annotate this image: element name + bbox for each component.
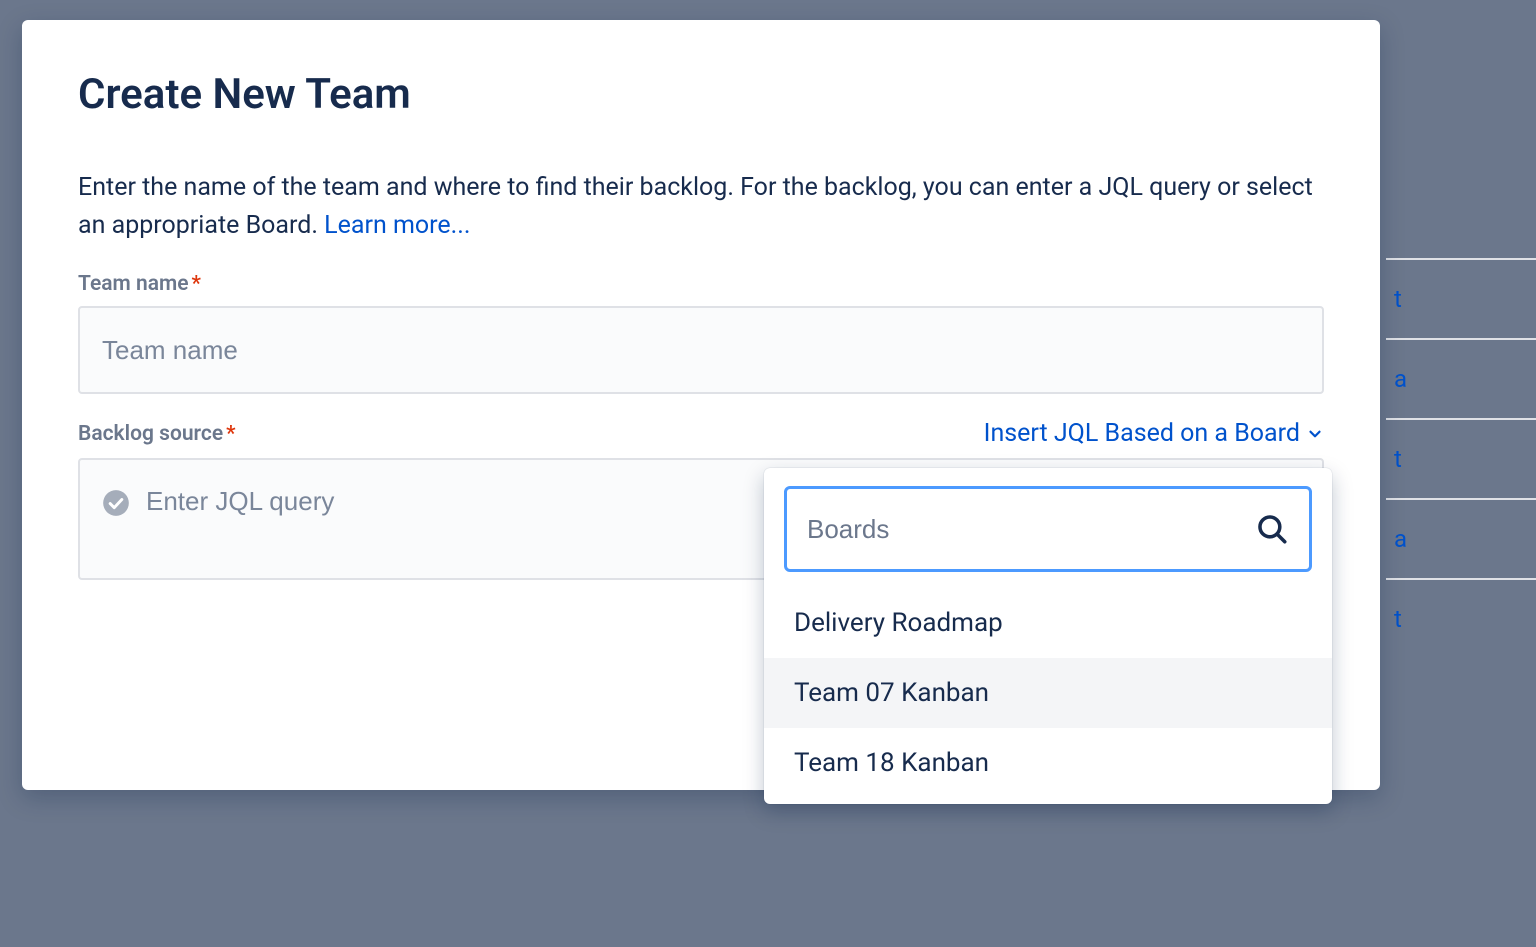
- boards-search-input[interactable]: [807, 514, 1255, 545]
- boards-dropdown: Delivery Roadmap Team 07 Kanban Team 18 …: [764, 468, 1332, 804]
- insert-jql-dropdown-trigger[interactable]: Insert JQL Based on a Board: [984, 419, 1324, 448]
- team-name-label-text: Team name: [78, 272, 189, 296]
- boards-dropdown-list: Delivery Roadmap Team 07 Kanban Team 18 …: [764, 588, 1332, 804]
- boards-search-box[interactable]: [784, 486, 1312, 572]
- modal-title: Create New Team: [78, 70, 1324, 119]
- backlog-source-label-text: Backlog source: [78, 422, 223, 446]
- check-circle-icon: [102, 489, 130, 517]
- team-name-input[interactable]: [78, 306, 1324, 394]
- modal-description-text: Enter the name of the team and where to …: [78, 173, 1313, 240]
- required-asterisk: *: [226, 422, 235, 446]
- bg-row: t: [1386, 418, 1536, 498]
- insert-jql-label: Insert JQL Based on a Board: [984, 419, 1300, 448]
- modal-description: Enter the name of the team and where to …: [78, 169, 1324, 244]
- bg-row: t: [1386, 258, 1536, 338]
- backlog-source-label: Backlog source*: [78, 422, 236, 446]
- chevron-down-icon: [1306, 425, 1324, 443]
- learn-more-link[interactable]: Learn more...: [324, 211, 470, 240]
- team-name-label: Team name*: [78, 272, 1324, 296]
- boards-dropdown-option[interactable]: Team 07 Kanban: [764, 658, 1332, 728]
- bg-row: t: [1386, 578, 1536, 658]
- required-asterisk: *: [192, 272, 201, 296]
- boards-dropdown-option[interactable]: Delivery Roadmap: [764, 588, 1332, 658]
- bg-row: a: [1386, 498, 1536, 578]
- boards-dropdown-option[interactable]: Team 18 Kanban: [764, 728, 1332, 798]
- search-icon: [1255, 512, 1289, 546]
- bg-row: a: [1386, 338, 1536, 418]
